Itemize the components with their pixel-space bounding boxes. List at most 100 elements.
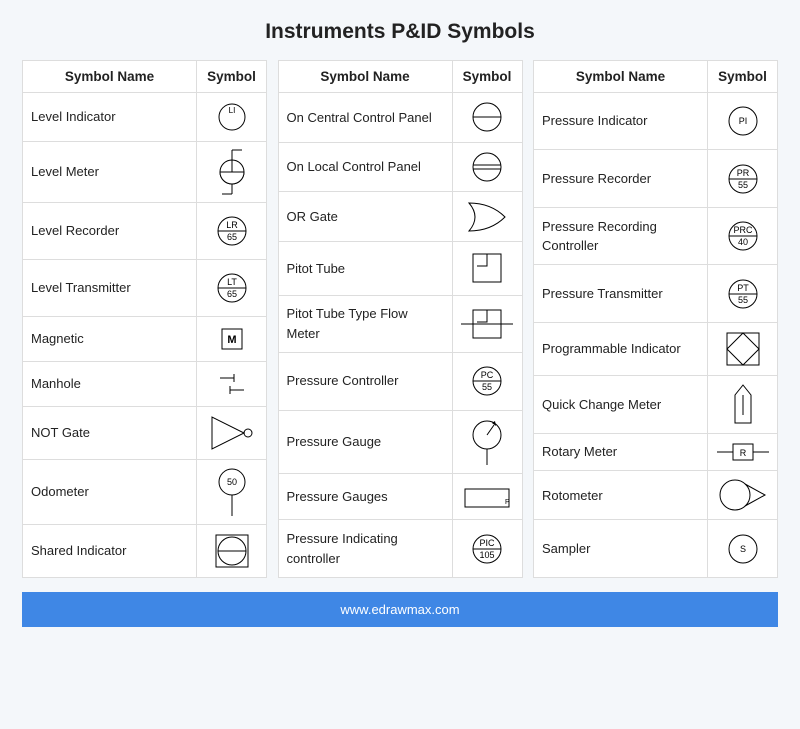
symbol-name-cell: On Local Control Panel [278, 142, 452, 192]
table-row: Pressure Indicator PI [534, 93, 778, 150]
svg-text:PIC: PIC [479, 538, 495, 548]
symbol-name-cell: Manhole [23, 362, 197, 407]
col-symbol-header: Symbol [197, 61, 267, 93]
table-row: Programmable Indicator [534, 322, 778, 375]
svg-text:P: P [505, 499, 510, 506]
table-row: Level RecorderLR65 [23, 203, 267, 260]
table-row: Level Indicator LI [23, 93, 267, 142]
pitot-tube-icon [452, 242, 522, 296]
col-name-header: Symbol Name [278, 61, 452, 93]
pressure-gauges-icon: P [452, 474, 522, 520]
symbol-name-cell: NOT Gate [23, 407, 197, 460]
svg-text:50: 50 [226, 477, 236, 487]
pressure-gauge-icon [452, 410, 522, 474]
pressure-transmitter-icon: PT 55 [708, 265, 778, 322]
svg-text:R: R [739, 448, 746, 458]
page-title: Instruments P&ID Symbols [22, 20, 778, 44]
table-row: Quick Change Meter [534, 376, 778, 433]
table-row: Pressure Indicating controller PIC 105 [278, 520, 522, 578]
table-row: OR Gate [278, 192, 522, 242]
manhole-icon [197, 362, 267, 407]
not-gate-icon [197, 407, 267, 460]
table-row: Pressure Transmitter PT 55 [534, 265, 778, 322]
svg-text:105: 105 [479, 550, 494, 560]
rotary-meter-icon: R [708, 433, 778, 470]
table-row: Pressure Gauge [278, 410, 522, 474]
table-row: Manhole [23, 362, 267, 407]
symbol-name-cell: Pressure Indicator [534, 93, 708, 150]
svg-text:LI: LI [228, 106, 235, 115]
symbol-name-cell: Magnetic [23, 317, 197, 362]
symbol-name-cell: Programmable Indicator [534, 322, 708, 375]
symbol-name-cell: Pressure Controller [278, 352, 452, 410]
svg-text:LT: LT [227, 277, 237, 287]
svg-text:65: 65 [226, 232, 236, 242]
svg-text:PT: PT [737, 283, 749, 293]
table-row: Pitot Tube [278, 242, 522, 296]
symbol-name-cell: OR Gate [278, 192, 452, 242]
svg-text:PR: PR [736, 168, 749, 178]
level-recorder-icon: LR65 [197, 203, 267, 260]
pressure-controller-icon: PC 55 [452, 352, 522, 410]
svg-text:55: 55 [482, 382, 492, 392]
svg-text:65: 65 [226, 289, 236, 299]
or-gate-icon [452, 192, 522, 242]
shared-indicator-icon [197, 525, 267, 578]
col-name-header: Symbol Name [534, 61, 708, 93]
svg-text:PRC: PRC [733, 225, 753, 235]
programmable-indicator-icon [708, 322, 778, 375]
rotometer-icon [708, 471, 778, 520]
symbol-name-cell: Level Transmitter [23, 260, 197, 317]
on-central-control-panel-icon [452, 93, 522, 143]
svg-text:PC: PC [481, 370, 494, 380]
symbol-name-cell: Rotometer [534, 471, 708, 520]
table-row: Pitot Tube Type Flow Meter [278, 295, 522, 352]
svg-text:PI: PI [738, 116, 747, 126]
symbol-name-cell: On Central Control Panel [278, 93, 452, 143]
col-name-header: Symbol Name [23, 61, 197, 93]
pressure-indicating-controller-icon: PIC 105 [452, 520, 522, 578]
symbol-name-cell: Rotary Meter [534, 433, 708, 470]
table-row: On Local Control Panel [278, 142, 522, 192]
table-row: Rotometer [534, 471, 778, 520]
quick-change-meter-icon [708, 376, 778, 433]
odometer-icon: 50 [197, 460, 267, 525]
table-row: Pressure Recorder PR 55 [534, 150, 778, 207]
symbol-name-cell: Pressure Indicating controller [278, 520, 452, 578]
sampler-icon: S [708, 520, 778, 578]
magnetic-icon: M [197, 317, 267, 362]
symbol-name-cell: Pressure Gauges [278, 474, 452, 520]
symbol-name-cell: Pressure Recorder [534, 150, 708, 207]
symbol-name-cell: Odometer [23, 460, 197, 525]
table-row: Odometer 50 [23, 460, 267, 525]
table-row: Sampler S [534, 520, 778, 578]
table-row: Pressure Controller PC 55 [278, 352, 522, 410]
table-row: Shared Indicator [23, 525, 267, 578]
tables-row: Symbol Name Symbol Level IndicatorLILeve… [22, 60, 778, 578]
table-row: On Central Control Panel [278, 93, 522, 143]
symbol-name-cell: Pitot Tube Type Flow Meter [278, 295, 452, 352]
pressure-recording-controller-icon: PRC 40 [708, 207, 778, 264]
footer-bar: www.edrawmax.com [22, 592, 778, 627]
table-row: Rotary Meter R [534, 433, 778, 470]
svg-text:40: 40 [737, 237, 747, 247]
symbol-name-cell: Pressure Recording Controller [534, 207, 708, 264]
level-indicator-icon: LI [197, 93, 267, 142]
symbol-name-cell: Level Indicator [23, 93, 197, 142]
level-meter-icon [197, 142, 267, 203]
symbol-name-cell: Pressure Gauge [278, 410, 452, 474]
table-row: Pressure Recording Controller PRC 40 [534, 207, 778, 264]
svg-text:55: 55 [737, 295, 747, 305]
svg-text:S: S [739, 544, 745, 554]
symbol-name-cell: Quick Change Meter [534, 376, 708, 433]
svg-text:55: 55 [737, 180, 747, 190]
symbol-table-2: Symbol Name Symbol On Central Control Pa… [278, 60, 523, 578]
symbol-name-cell: Pitot Tube [278, 242, 452, 296]
level-transmitter-icon: LT 65 [197, 260, 267, 317]
symbol-table-3: Symbol Name Symbol Pressure IndicatorPIP… [533, 60, 778, 578]
symbol-name-cell: Pressure Transmitter [534, 265, 708, 322]
symbol-name-cell: Level Meter [23, 142, 197, 203]
col-symbol-header: Symbol [708, 61, 778, 93]
symbol-name-cell: Level Recorder [23, 203, 197, 260]
symbol-name-cell: Sampler [534, 520, 708, 578]
